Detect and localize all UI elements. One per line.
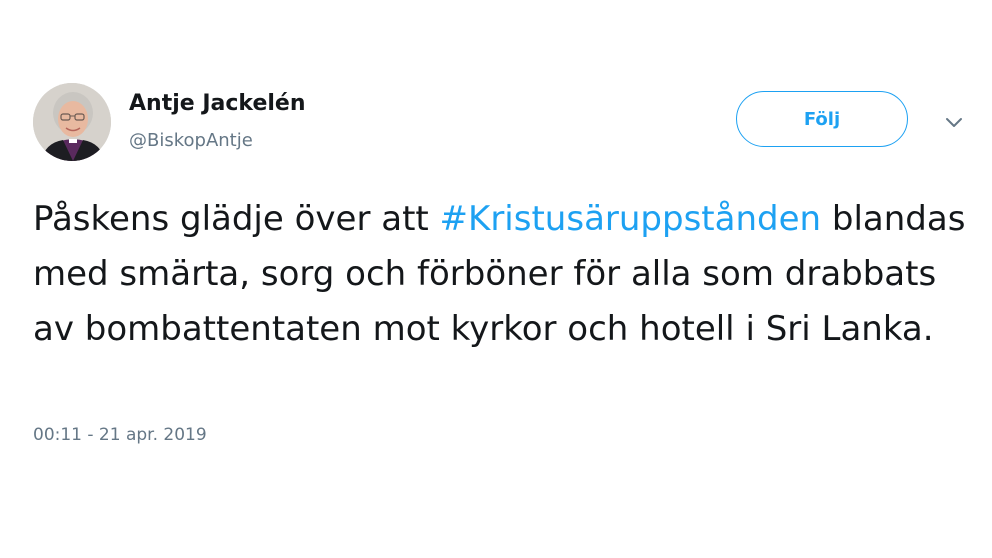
hashtag-link[interactable]: #Kristusäruppstånden	[440, 199, 822, 239]
author-display-name[interactable]: Antje Jackelén	[129, 91, 305, 116]
chevron-down-icon	[946, 118, 962, 127]
avatar[interactable]	[33, 83, 111, 161]
tweet-text-part: Påskens glädje över att	[33, 199, 440, 239]
tweet-card: Antje Jackelén @BiskopAntje Följ Påskens…	[0, 0, 992, 558]
avatar-portrait-image	[33, 83, 111, 161]
tweet-text: Påskens glädje över att #Kristusäruppstå…	[33, 192, 973, 357]
author-handle[interactable]: @BiskopAntje	[129, 130, 253, 151]
tweet-timestamp[interactable]: 00:11 - 21 apr. 2019	[33, 425, 207, 445]
follow-button[interactable]: Följ	[736, 91, 908, 147]
more-options-button[interactable]	[940, 111, 968, 135]
